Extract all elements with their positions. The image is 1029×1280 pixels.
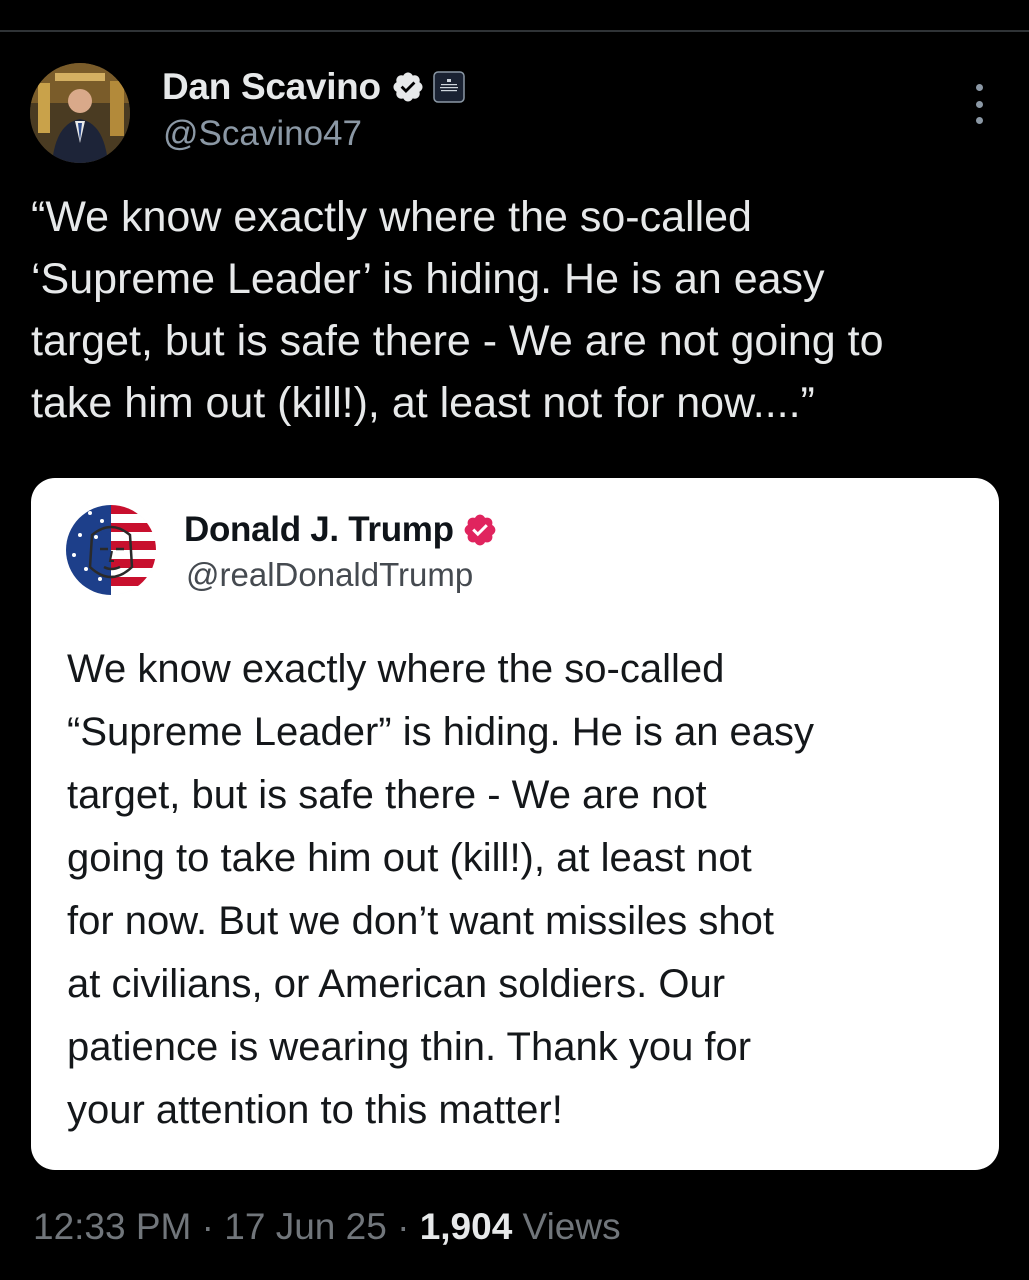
views-count: 1,904 <box>419 1206 513 1247</box>
tweet-meta-row: 12:33 PM · 17 Jun 25 · 1,904 Views <box>33 1206 621 1248</box>
quoted-tweet-text: We know exactly where the so-called “Sup… <box>67 647 815 1132</box>
author-display-name[interactable]: Dan Scavino <box>162 66 381 108</box>
tweet-text: “We know exactly where the so-called ‘Su… <box>31 193 884 427</box>
more-dot <box>975 117 983 124</box>
top-divider <box>0 30 1029 32</box>
meta-separator: · <box>386 1206 420 1247</box>
verified-badge-icon <box>464 514 496 546</box>
views-label: Views <box>512 1206 621 1247</box>
quoted-tweet-card[interactable]: Donald J. Trump @realDonaldTrump We know… <box>31 478 999 1170</box>
quoted-author-name-row: Donald J. Trump <box>184 508 498 552</box>
more-dot <box>975 84 983 91</box>
author-name-row: Dan Scavino <box>162 64 465 110</box>
tweet-date[interactable]: 17 Jun 25 <box>224 1206 387 1247</box>
avatar-photo-icon <box>30 63 130 163</box>
quoted-author-handle[interactable]: @realDonaldTrump <box>186 556 473 594</box>
white-house-badge-icon[interactable] <box>433 71 465 103</box>
verified-badge-icon <box>393 72 423 102</box>
meta-separator: · <box>191 1206 225 1247</box>
quoted-author-avatar[interactable] <box>66 505 156 595</box>
more-options-icon[interactable] <box>962 84 996 124</box>
more-dot <box>975 100 983 108</box>
flag-portrait-avatar-icon <box>66 505 156 595</box>
tweet-time[interactable]: 12:33 PM <box>33 1206 191 1247</box>
author-avatar[interactable] <box>30 63 130 163</box>
author-handle[interactable]: @Scavino47 <box>163 114 362 154</box>
quoted-author-display-name[interactable]: Donald J. Trump <box>184 510 454 550</box>
